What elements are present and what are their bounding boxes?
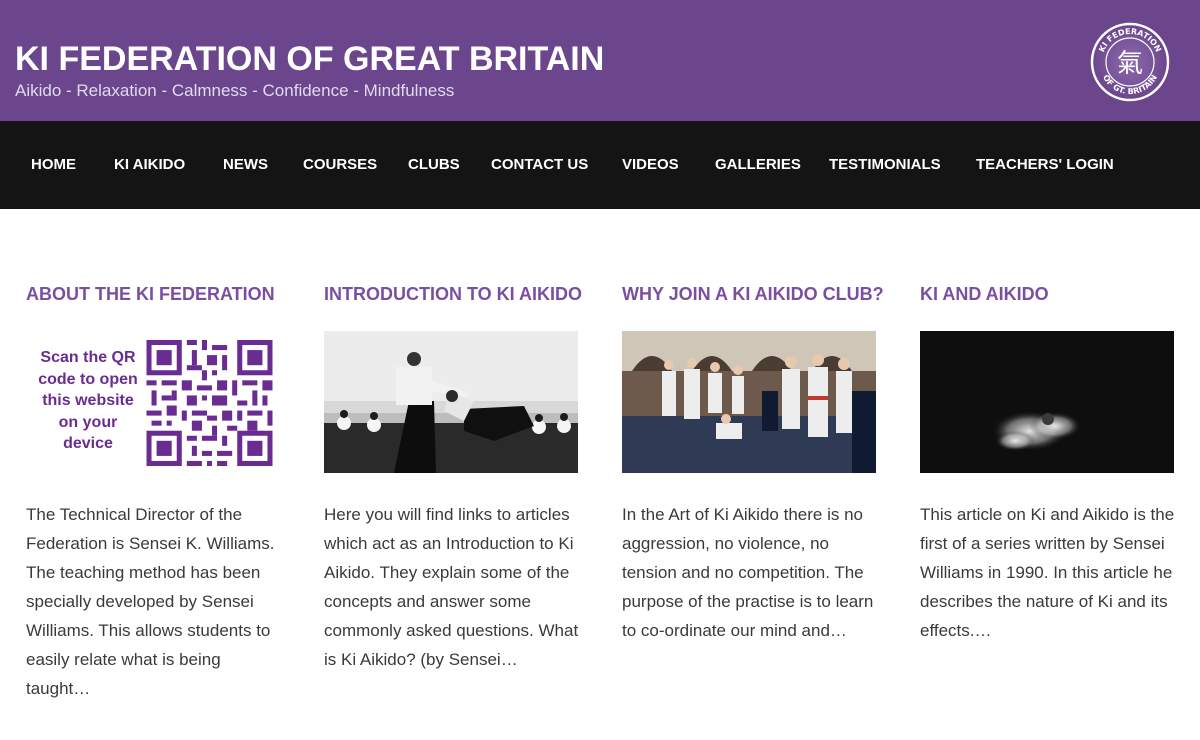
qr-caption: Scan the QR code to open this website on… <box>38 349 138 452</box>
card-excerpt: This article on Ki and Aikido is the fir… <box>920 505 1175 640</box>
ki-glyph: 氣 <box>1117 49 1143 79</box>
federation-logo[interactable]: KI FEDERATION OF GT. BRITAIN 氣 <box>1090 22 1170 102</box>
nav-item-clubs[interactable]: CLUBS <box>408 147 460 183</box>
aikido-throw-photo[interactable] <box>324 331 578 473</box>
card-intro-ki-aikido: INTRODUCTION TO KI AIKIDO Here you will … <box>324 284 582 669</box>
nav-item-teachers-login[interactable]: TEACHERS' LOGIN <box>976 147 1114 183</box>
nav-item-courses[interactable]: COURSES <box>303 147 377 183</box>
main-navigation: HOME KI AIKIDO NEWS COURSES CLUBS CONTAC… <box>0 121 1200 209</box>
card-title[interactable]: KI AND AIKIDO <box>920 284 1176 310</box>
site-title[interactable]: KI FEDERATION OF GREAT BRITAIN <box>15 40 604 79</box>
card-excerpt: Here you will find links to articles whi… <box>324 505 579 669</box>
site-header: KI FEDERATION OF GREAT BRITAIN Aikido - … <box>0 0 1200 121</box>
aikido-club-photo[interactable] <box>622 331 876 473</box>
site-tagline: Aikido - Relaxation - Calmness - Confide… <box>15 81 455 100</box>
card-title[interactable]: INTRODUCTION TO KI AIKIDO <box>324 284 582 310</box>
card-why-join-club: WHY JOIN A KI AIKIDO CLUB? In the Art of… <box>622 284 884 640</box>
nav-item-ki-aikido[interactable]: KI AIKIDO <box>114 147 185 183</box>
card-excerpt: The Technical Director of the Federation… <box>26 505 275 698</box>
card-about-federation: ABOUT THE KI FEDERATION Scan the QR code… <box>26 284 282 698</box>
card-excerpt: In the Art of Ki Aikido there is no aggr… <box>622 505 874 640</box>
nav-item-galleries[interactable]: GALLERIES <box>715 147 801 183</box>
card-title[interactable]: ABOUT THE KI FEDERATION <box>26 284 282 310</box>
qr-code-image[interactable]: Scan the QR code to open this website on… <box>26 331 280 473</box>
nav-item-contact-us[interactable]: CONTACT US <box>491 147 588 183</box>
nav-item-home[interactable]: HOME <box>31 147 76 183</box>
nav-item-testimonials[interactable]: TESTIMONIALS <box>829 147 941 183</box>
nav-item-news[interactable]: NEWS <box>223 147 268 183</box>
nav-item-videos[interactable]: VIDEOS <box>622 147 679 183</box>
ki-motion-photo[interactable] <box>920 331 1174 473</box>
card-ki-and-aikido: KI AND AIKIDO This article on Ki and Aik… <box>920 284 1176 640</box>
card-title[interactable]: WHY JOIN A KI AIKIDO CLUB? <box>622 284 884 310</box>
qr-code-icon <box>146 340 273 466</box>
